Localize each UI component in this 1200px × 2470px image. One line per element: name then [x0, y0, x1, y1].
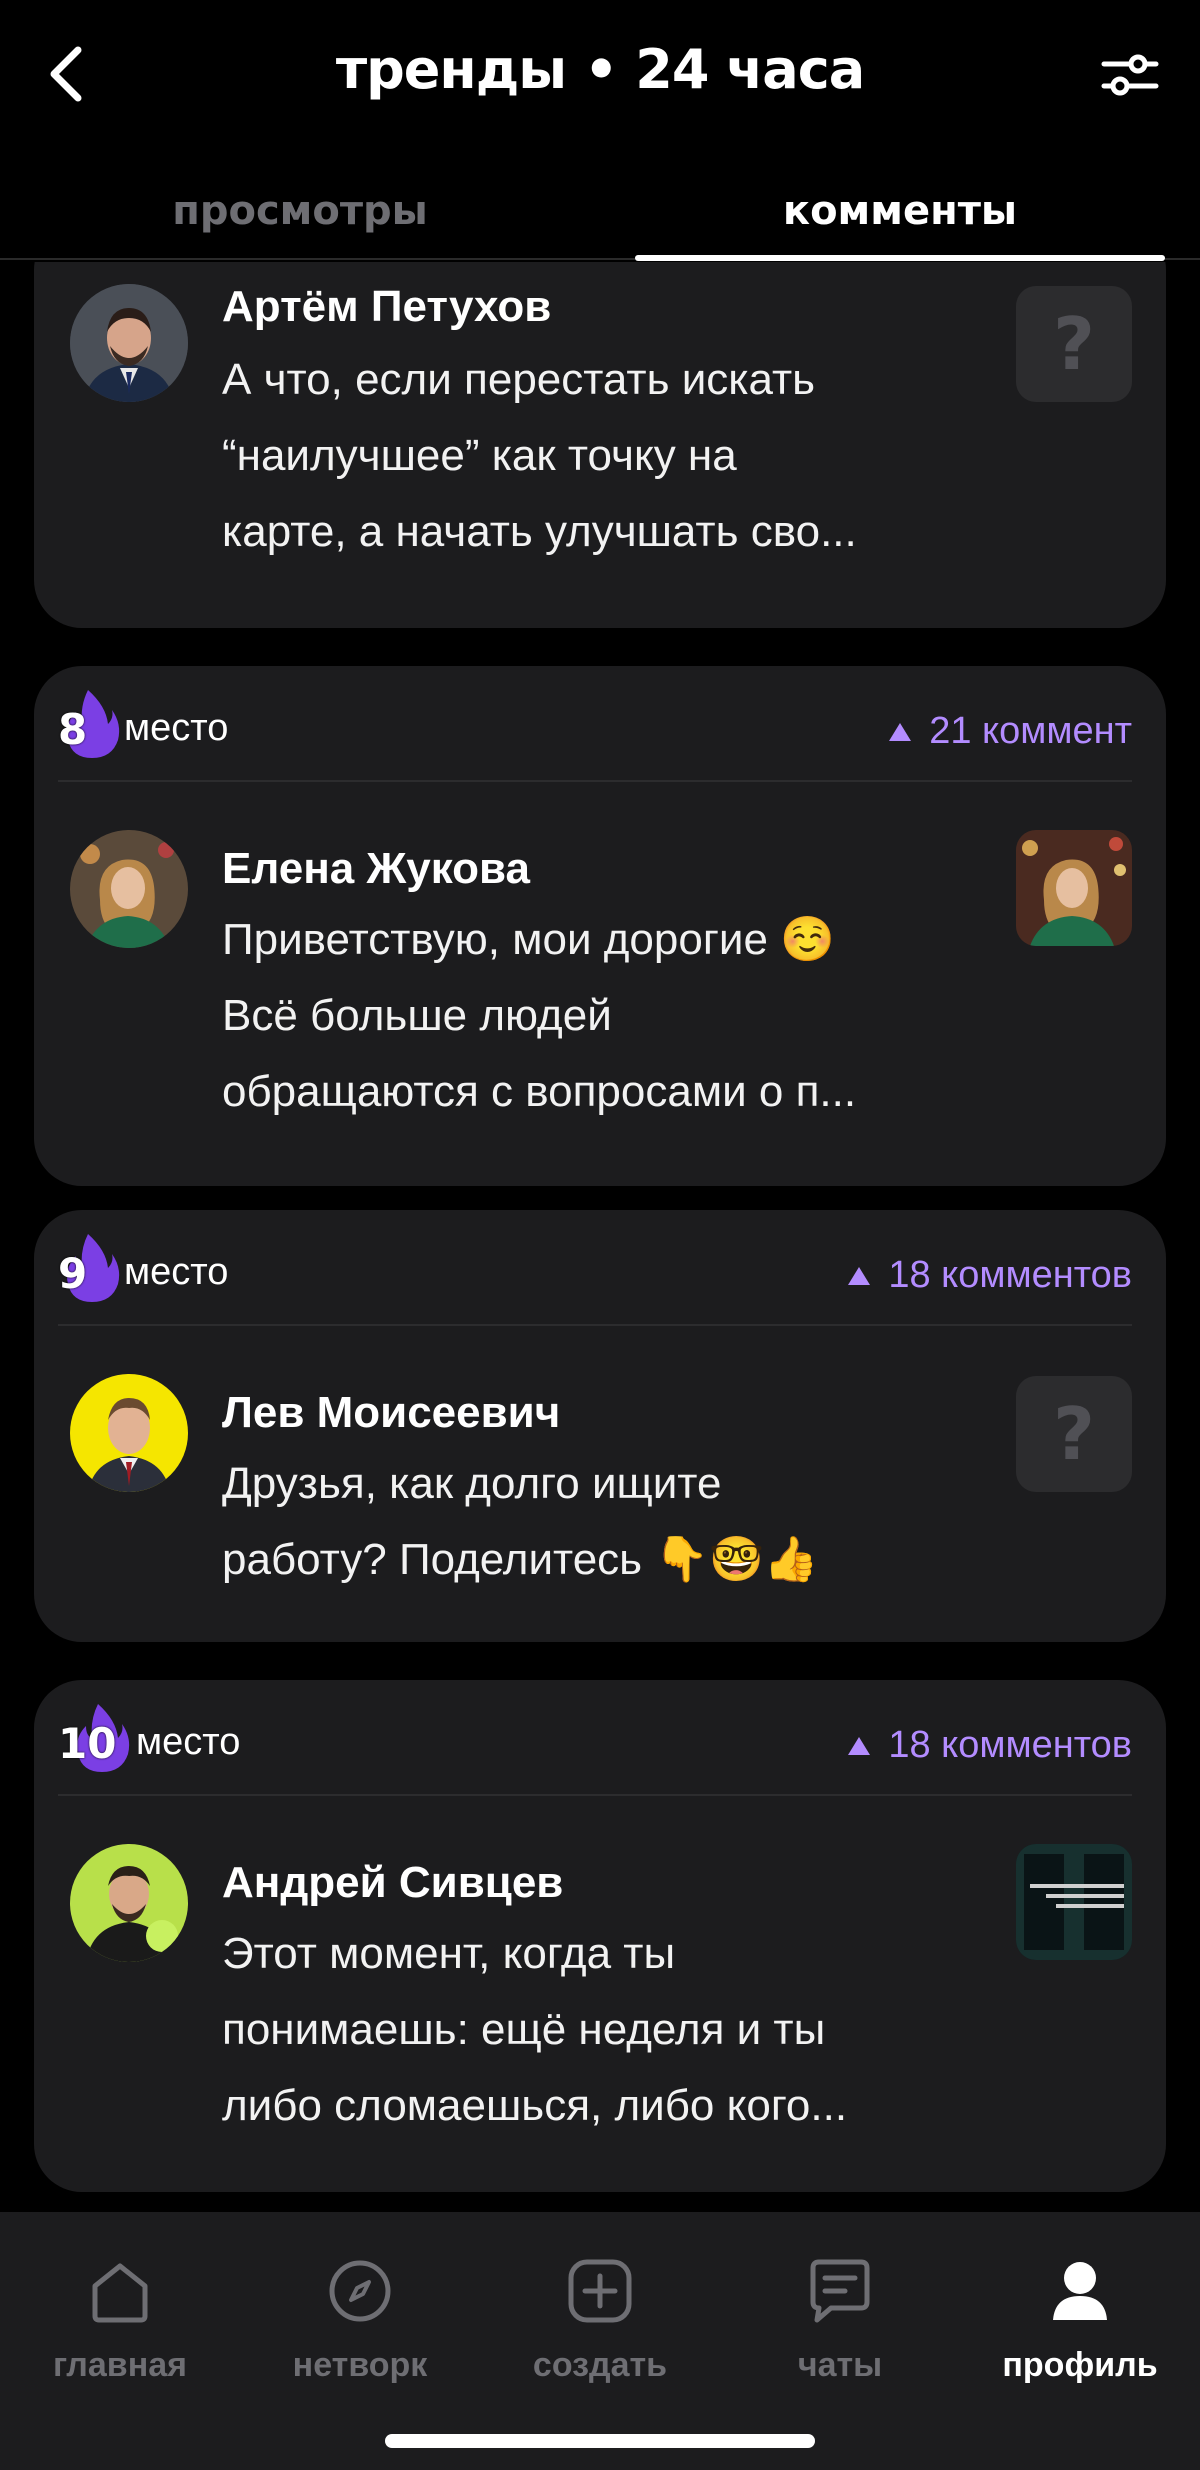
post-author[interactable]: Лев Моисеевич [222, 1388, 560, 1438]
rank-text: место [136, 1721, 241, 1763]
nav-label: чаты [797, 2346, 883, 2384]
card-header: 9 место 18 комментов [58, 1210, 1132, 1326]
avatar[interactable] [70, 830, 188, 948]
comment-count: 18 комментов [848, 1254, 1132, 1297]
nav-chats[interactable]: чаты [720, 2256, 960, 2385]
post-text-line: понимаешь: ещё неделя и ты [222, 2005, 826, 2054]
nav-home[interactable]: главная [0, 2256, 240, 2385]
rank-badge: 9 [58, 1232, 120, 1304]
sliders-icon [1101, 54, 1159, 96]
rank-number: 9 [58, 1249, 88, 1298]
post-text-line: работу? Поделитесь 👇🤓👍 [222, 1535, 819, 1584]
nav-label: создать [532, 2346, 668, 2384]
triangle-up-icon [848, 1266, 871, 1285]
post-thumbnail[interactable] [1016, 830, 1132, 946]
tab-views[interactable]: просмотры [40, 188, 560, 234]
active-tab-indicator [635, 255, 1165, 261]
avatar[interactable] [70, 284, 188, 402]
post-card[interactable]: Артём Петухов А что, если перестать иска… [34, 262, 1166, 628]
trends-feed[interactable]: Артём Петухов А что, если перестать иска… [0, 262, 1200, 2212]
nav-label: профиль [1002, 2346, 1158, 2384]
rank-text: место [124, 707, 229, 749]
post-thumbnail-placeholder[interactable]: ? [1016, 286, 1132, 402]
trend-card-10[interactable]: 10 место 18 комментов Андрей Сивцев Этот… [34, 1680, 1166, 2192]
top-bar: тренды • 24 часа [0, 0, 1200, 150]
post-text-line: Друзья, как долго ищите [222, 1459, 722, 1508]
rank-label: 8 место [58, 688, 228, 760]
triangle-up-icon [889, 722, 912, 741]
post-text-line: “наилучшее” как точку на [222, 431, 737, 480]
post-text[interactable]: Друзья, как долго ищите работу? Поделите… [222, 1446, 1002, 1598]
chat-icon [810, 2259, 870, 2323]
nav-label: главная [52, 2346, 187, 2384]
home-indicator[interactable] [385, 2434, 815, 2448]
comment-count-text: 18 комментов [888, 1254, 1132, 1296]
rank-label: 10 место [58, 1702, 240, 1774]
rank-label: 9 место [58, 1232, 228, 1304]
nav-network[interactable]: нетворк [240, 2256, 480, 2385]
page-title: тренды • 24 часа [335, 38, 865, 101]
post-author[interactable]: Андрей Сивцев [222, 1858, 563, 1908]
post-text-line: Этот момент, когда ты [222, 1929, 676, 1978]
nav-profile[interactable]: профиль [960, 2256, 1200, 2385]
home-icon [92, 2263, 148, 2323]
post-text[interactable]: Приветствую, мои дорогие ☺️ Всё больше л… [222, 902, 1002, 1130]
post-thumbnail[interactable] [1016, 1844, 1132, 1960]
post-text[interactable]: А что, если перестать искать “наилучшее”… [222, 342, 1002, 570]
rank-number: 10 [58, 1719, 117, 1768]
rank-badge: 10 [58, 1702, 130, 1774]
card-header: 8 место 21 коммент [58, 666, 1132, 782]
post-text-line: А что, если перестать искать [222, 355, 816, 404]
comment-count: 18 комментов [848, 1724, 1132, 1767]
post-text[interactable]: Этот момент, когда ты понимаешь: ещё нед… [222, 1916, 1002, 2144]
question-mark-icon: ? [1053, 1392, 1095, 1476]
nav-label: нетворк [292, 2346, 428, 2384]
post-author[interactable]: Артём Петухов [222, 282, 551, 332]
comment-count-text: 18 комментов [888, 1724, 1132, 1766]
nav-create[interactable]: создать [480, 2256, 720, 2385]
question-mark-icon: ? [1053, 302, 1095, 386]
post-text-line: карте, а начать улучшать сво... [222, 507, 857, 556]
plus-square-icon [568, 2259, 632, 2323]
post-text-line: Приветствую, мои дорогие ☺️ [222, 915, 835, 964]
profile-icon [1053, 2262, 1107, 2320]
avatar[interactable] [70, 1374, 188, 1492]
filter-button[interactable] [1100, 50, 1160, 100]
rank-badge: 8 [58, 688, 120, 760]
triangle-up-icon [848, 1736, 871, 1755]
bottom-nav: главная нетворк создать чаты профиль [0, 2212, 1200, 2470]
comment-count: 21 коммент [889, 710, 1132, 753]
trend-card-8[interactable]: 8 место 21 коммент Елена Жукова Приветст… [34, 666, 1166, 1186]
rank-number: 8 [58, 705, 88, 754]
post-text-line: обращаются с вопросами о п... [222, 1067, 857, 1116]
post-text-line: Всё больше людей [222, 991, 612, 1040]
post-thumbnail-placeholder[interactable]: ? [1016, 1376, 1132, 1492]
rank-text: место [124, 1251, 229, 1293]
compass-icon [329, 2260, 391, 2322]
post-text-line: либо сломаешься, либо кого... [222, 2081, 848, 2130]
tab-bar: просмотры комменты [0, 170, 1200, 261]
post-author[interactable]: Елена Жукова [222, 844, 530, 894]
comment-count-text: 21 коммент [929, 710, 1132, 752]
trend-card-9[interactable]: 9 место 18 комментов Лев Моисеевич Друзь… [34, 1210, 1166, 1642]
avatar[interactable] [70, 1844, 188, 1962]
tab-comments[interactable]: комменты [640, 188, 1160, 234]
card-header: 10 место 18 комментов [58, 1680, 1132, 1796]
